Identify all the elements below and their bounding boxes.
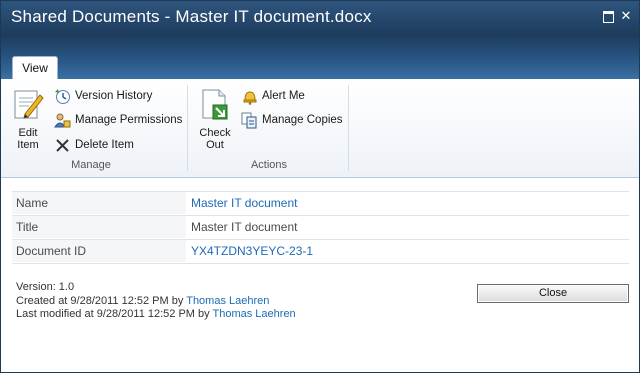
item-metadata: Version: 1.0 Created at 9/28/2011 12:52 … [16, 281, 296, 322]
close-icon[interactable]: ✕ [619, 9, 633, 23]
created-text: Created at 9/28/2011 12:52 PM by [16, 294, 187, 307]
manage-permissions-button[interactable]: Manage Permissions [54, 110, 182, 130]
version-text: Version: 1.0 [16, 281, 75, 293]
alert-bell-icon [243, 90, 257, 105]
modified-by-link[interactable]: Thomas Laehren [213, 308, 296, 320]
edit-item-label-1: Edit [18, 127, 38, 139]
created-line: Created at 9/28/2011 12:52 PM by Thomas … [16, 295, 296, 309]
group-label-manage: Manage [71, 159, 111, 171]
ribbon: Edit Item Version History Manage Permiss… [1, 79, 639, 178]
group-separator [187, 85, 188, 171]
property-label: Document ID [12, 240, 186, 262]
manage-copies-icon [241, 112, 257, 128]
check-out-label-1: Check [199, 127, 231, 139]
check-out-button[interactable]: Check Out [194, 87, 236, 151]
check-out-label-2: Out [206, 139, 224, 151]
group-label-actions: Actions [250, 159, 288, 171]
property-row-document-id: Document ID YX4TZDN3YEYC-23-1 [12, 240, 629, 264]
maximize-icon[interactable] [601, 9, 615, 23]
modified-line: Last modified at 9/28/2011 12:52 PM by T… [16, 308, 296, 322]
alert-me-button[interactable]: Alert Me [241, 86, 305, 106]
delete-item-button[interactable]: Delete Item [54, 135, 134, 155]
version-history-button[interactable]: Version History [54, 86, 152, 106]
version-history-label: Version History [75, 90, 153, 102]
modified-text: Last modified at 9/28/2011 12:52 PM by [16, 308, 213, 320]
manage-permissions-icon [54, 113, 71, 127]
delete-item-label: Delete Item [75, 139, 134, 151]
alert-me-label: Alert Me [262, 90, 305, 102]
delete-icon [56, 138, 69, 152]
property-row-name: Name Master IT document [12, 191, 629, 216]
manage-copies-label: Manage Copies [262, 114, 343, 126]
manage-copies-button[interactable]: Manage Copies [241, 110, 343, 130]
tab-view[interactable]: View [12, 56, 58, 80]
check-out-icon [202, 89, 228, 120]
property-label: Title [12, 216, 186, 238]
view-properties-dialog: Shared Documents - Master IT document.do… [0, 0, 640, 373]
document-id-link[interactable]: YX4TZDN3YEYC-23-1 [191, 240, 313, 262]
dialog-title: Shared Documents - Master IT document.do… [11, 7, 372, 26]
edit-item-label-2: Item [17, 139, 39, 151]
manage-permissions-label: Manage Permissions [75, 114, 183, 126]
document-name-link[interactable]: Master IT document [191, 192, 298, 214]
property-row-title: Title Master IT document [12, 216, 629, 240]
property-value: Master IT document [191, 220, 298, 234]
close-button[interactable]: Close [477, 284, 629, 303]
dialog-titlebar: Shared Documents - Master IT document.do… [1, 1, 639, 35]
edit-item-icon [14, 90, 44, 119]
group-separator [348, 85, 349, 171]
version-history-icon [55, 88, 70, 104]
properties-table: Name Master IT document Title Master IT … [12, 191, 629, 264]
property-label: Name [12, 192, 186, 214]
edit-item-button[interactable]: Edit Item [7, 87, 49, 151]
ribbon-tab-strip: View [1, 35, 639, 80]
created-by-link[interactable]: Thomas Laehren [186, 295, 269, 307]
